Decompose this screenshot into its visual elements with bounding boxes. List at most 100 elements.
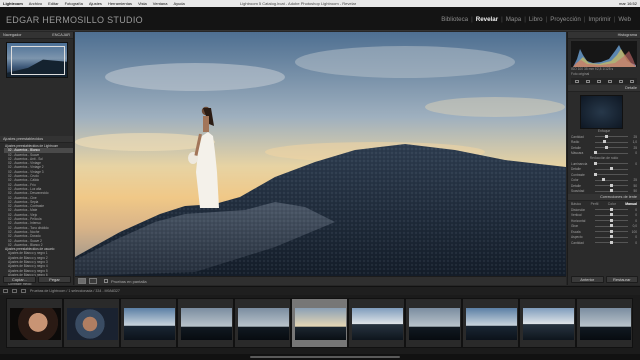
slider-track[interactable] [593, 172, 628, 176]
forward-arrow-icon[interactable] [21, 289, 26, 293]
slider-track[interactable] [595, 134, 628, 138]
slider-knob[interactable] [603, 140, 607, 144]
slider-knob[interactable] [610, 240, 613, 244]
slider-track[interactable] [593, 161, 628, 165]
slider-track[interactable] [595, 183, 628, 187]
slider-value[interactable]: 0 [630, 213, 637, 217]
module-libro[interactable]: Libro [526, 16, 546, 23]
slider-track[interactable] [595, 235, 628, 239]
slider-value[interactable]: 25 [630, 135, 637, 139]
menu-ventana[interactable]: Ventana [153, 1, 168, 6]
slider-knob[interactable] [610, 218, 613, 222]
module-web[interactable]: Web [615, 16, 634, 23]
slider-track[interactable] [595, 229, 628, 233]
module-revelar[interactable]: Revelar [473, 16, 501, 23]
grid-view-icon[interactable] [3, 289, 8, 293]
slider-knob[interactable] [610, 207, 613, 211]
copy-button[interactable]: Copiar... [3, 276, 36, 283]
slider-knob[interactable] [610, 183, 613, 187]
lens-header[interactable]: Correcciones de lente [568, 194, 640, 201]
slider-track[interactable] [595, 178, 628, 182]
filmstrip-thumbnail[interactable] [120, 298, 177, 348]
slider-value[interactable]: 0 [630, 162, 637, 166]
slider-track[interactable] [595, 224, 628, 228]
filmstrip-thumbnail[interactable] [405, 298, 462, 348]
radial-filter-icon[interactable] [618, 79, 623, 83]
compare-view-icon[interactable] [89, 278, 97, 284]
module-biblioteca[interactable]: Biblioteca [438, 16, 471, 23]
slider-knob[interactable] [610, 224, 613, 228]
module-mapa[interactable]: Mapa [503, 16, 524, 23]
slider-value[interactable]: 0 [630, 219, 637, 223]
slider-track[interactable] [595, 213, 628, 217]
tab-manual[interactable]: Manual [625, 202, 637, 206]
slider-value[interactable]: 50 [630, 184, 637, 188]
detail-preview[interactable] [580, 95, 623, 129]
menu-app[interactable]: Lightroom [3, 1, 23, 6]
slider-knob[interactable] [610, 229, 613, 233]
slider-knob[interactable] [610, 189, 613, 193]
slider-track[interactable] [595, 145, 628, 149]
slider-value[interactable]: 0 [630, 208, 637, 212]
presets-header[interactable]: Ajustes preestablecidos [0, 136, 73, 143]
loupe-view-icon[interactable] [78, 278, 86, 284]
slider-knob[interactable] [610, 213, 613, 217]
filmstrip-thumbnail[interactable] [234, 298, 291, 348]
navigator-header[interactable]: Navegador ENCAJAR [0, 32, 73, 39]
tab-basico[interactable]: Básico [571, 202, 581, 206]
menu-editar[interactable]: Editar [48, 1, 58, 6]
slider-knob[interactable] [593, 172, 597, 176]
slider-track[interactable] [593, 151, 628, 155]
detail-header[interactable]: Detalle [568, 85, 640, 92]
slider-track[interactable] [595, 240, 628, 244]
navigator-view-box[interactable] [11, 46, 65, 75]
soft-proofing-checkbox[interactable] [104, 279, 108, 283]
slider-knob[interactable] [610, 235, 613, 239]
main-image-view[interactable] [75, 32, 566, 276]
filmstrip-thumbnail[interactable] [576, 298, 633, 348]
slider-knob[interactable] [601, 178, 605, 182]
navigator-preview[interactable] [6, 42, 68, 78]
red-eye-icon[interactable] [596, 79, 601, 83]
slider-track[interactable] [595, 167, 628, 171]
adjustment-brush-icon[interactable] [629, 79, 634, 83]
menu-archivo[interactable]: Archivo [29, 1, 42, 6]
module-imprimir[interactable]: Imprimir [585, 16, 613, 23]
slider-value[interactable]: 0 [630, 235, 637, 239]
slider-value[interactable]: 0,0 [630, 224, 637, 228]
slider-value[interactable]: 1,0 [630, 140, 637, 144]
slider-value[interactable]: 0 [630, 241, 637, 245]
reset-button[interactable]: Restaurar [605, 276, 638, 283]
slider-knob[interactable] [593, 151, 597, 155]
filmstrip-thumbnail[interactable] [63, 298, 120, 348]
slider-value[interactable]: 50 [630, 189, 637, 193]
menubar-clock[interactable]: mar 16:52 [619, 1, 637, 6]
filmstrip-thumbnail[interactable] [462, 298, 519, 348]
paste-button[interactable]: Pegar [38, 276, 71, 283]
menu-ayuda[interactable]: Ayuda [173, 1, 184, 6]
filmstrip-thumbnail[interactable] [348, 298, 405, 348]
slider-knob[interactable] [610, 167, 613, 171]
menu-herramientas[interactable]: Herramientas [108, 1, 132, 6]
filmstrip-thumbnail[interactable] [177, 298, 234, 348]
back-arrow-icon[interactable] [12, 289, 17, 293]
tab-perfil[interactable]: Perfil [591, 202, 599, 206]
slider-knob[interactable] [593, 161, 597, 165]
histogram[interactable] [571, 41, 637, 67]
module-proyeccion[interactable]: Proyección [547, 16, 584, 23]
filmstrip-thumbnail[interactable] [291, 298, 348, 348]
filmstrip-thumbnail[interactable] [519, 298, 576, 348]
navigator-zoom[interactable]: ENCAJAR [52, 33, 70, 37]
spot-removal-icon[interactable] [585, 79, 590, 83]
filmstrip-thumbnail[interactable] [6, 298, 63, 348]
slider-value[interactable]: 100 [630, 230, 637, 234]
previous-button[interactable]: Anterior [571, 276, 604, 283]
filmstrip-scrollbar[interactable] [0, 354, 640, 360]
tab-color[interactable]: Color [608, 202, 616, 206]
filmstrip-scroll-thumb[interactable] [250, 356, 400, 358]
slider-track[interactable] [595, 140, 628, 144]
slider-track[interactable] [595, 189, 628, 193]
slider-value[interactable]: 25 [630, 146, 637, 150]
crop-tool-icon[interactable] [574, 79, 579, 83]
graduated-filter-icon[interactable] [607, 79, 612, 83]
